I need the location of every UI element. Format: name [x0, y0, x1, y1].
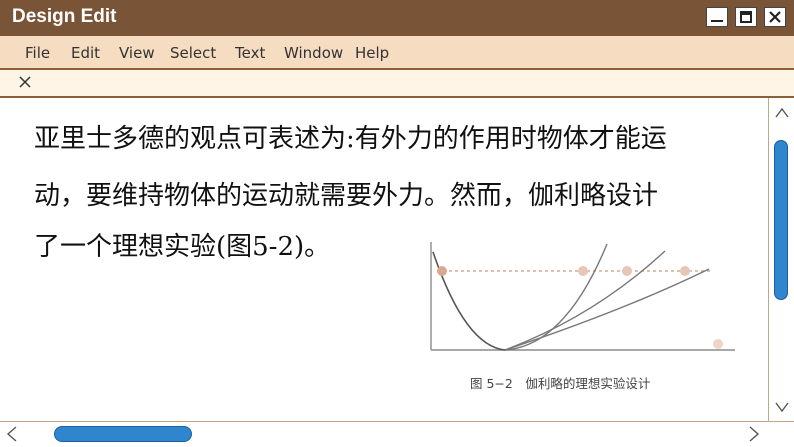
tab-close-icon[interactable]: [18, 74, 32, 93]
horizontal-scrollbar[interactable]: [0, 421, 794, 447]
figure-curve-medium: [504, 250, 666, 351]
text-line-1: 亚里士多德的观点可表述为:有外力的作用时物体才能运: [34, 124, 667, 154]
menu-bar: File Edit View Select Text Window Help: [0, 36, 794, 70]
scroll-left-icon[interactable]: [6, 426, 18, 446]
menu-help[interactable]: Help: [355, 44, 389, 62]
vertical-scrollbar[interactable]: [768, 98, 794, 421]
figure-ball-3: [680, 266, 690, 276]
figure-ball-start: [437, 266, 447, 276]
text-line-3: 了一个理想实验(图5-2)。: [34, 232, 331, 262]
menu-window[interactable]: Window: [284, 44, 343, 62]
figure-ball-2: [622, 266, 632, 276]
maximize-icon[interactable]: [735, 7, 757, 27]
scroll-up-icon[interactable]: [775, 104, 789, 123]
menu-select[interactable]: Select: [170, 44, 216, 62]
vertical-scroll-thumb[interactable]: [774, 140, 788, 300]
horizontal-scroll-thumb[interactable]: [54, 426, 192, 442]
figure-ball-4: [713, 339, 723, 349]
minimize-icon[interactable]: [706, 7, 728, 27]
figure-curve-steep: [504, 243, 608, 351]
scroll-down-icon[interactable]: [775, 398, 789, 417]
figure-ideal-experiment: [430, 242, 735, 351]
menu-view[interactable]: View: [119, 44, 155, 62]
scroll-right-icon[interactable]: [748, 426, 760, 446]
title-bar: Design Edit: [0, 0, 794, 36]
menu-edit[interactable]: Edit: [71, 44, 100, 62]
close-icon[interactable]: [764, 7, 786, 27]
figure-ball-1: [578, 266, 588, 276]
menu-text[interactable]: Text: [235, 44, 265, 62]
text-line-2: 动，要维持物体的运动就需要外力。然而，伽利略设计: [34, 181, 659, 211]
figure-caption: 图 5−2 伽利略的理想实验设计: [470, 376, 651, 391]
window-title: Design Edit: [12, 6, 117, 27]
menu-file[interactable]: File: [25, 44, 50, 62]
tab-bar: [0, 70, 794, 98]
